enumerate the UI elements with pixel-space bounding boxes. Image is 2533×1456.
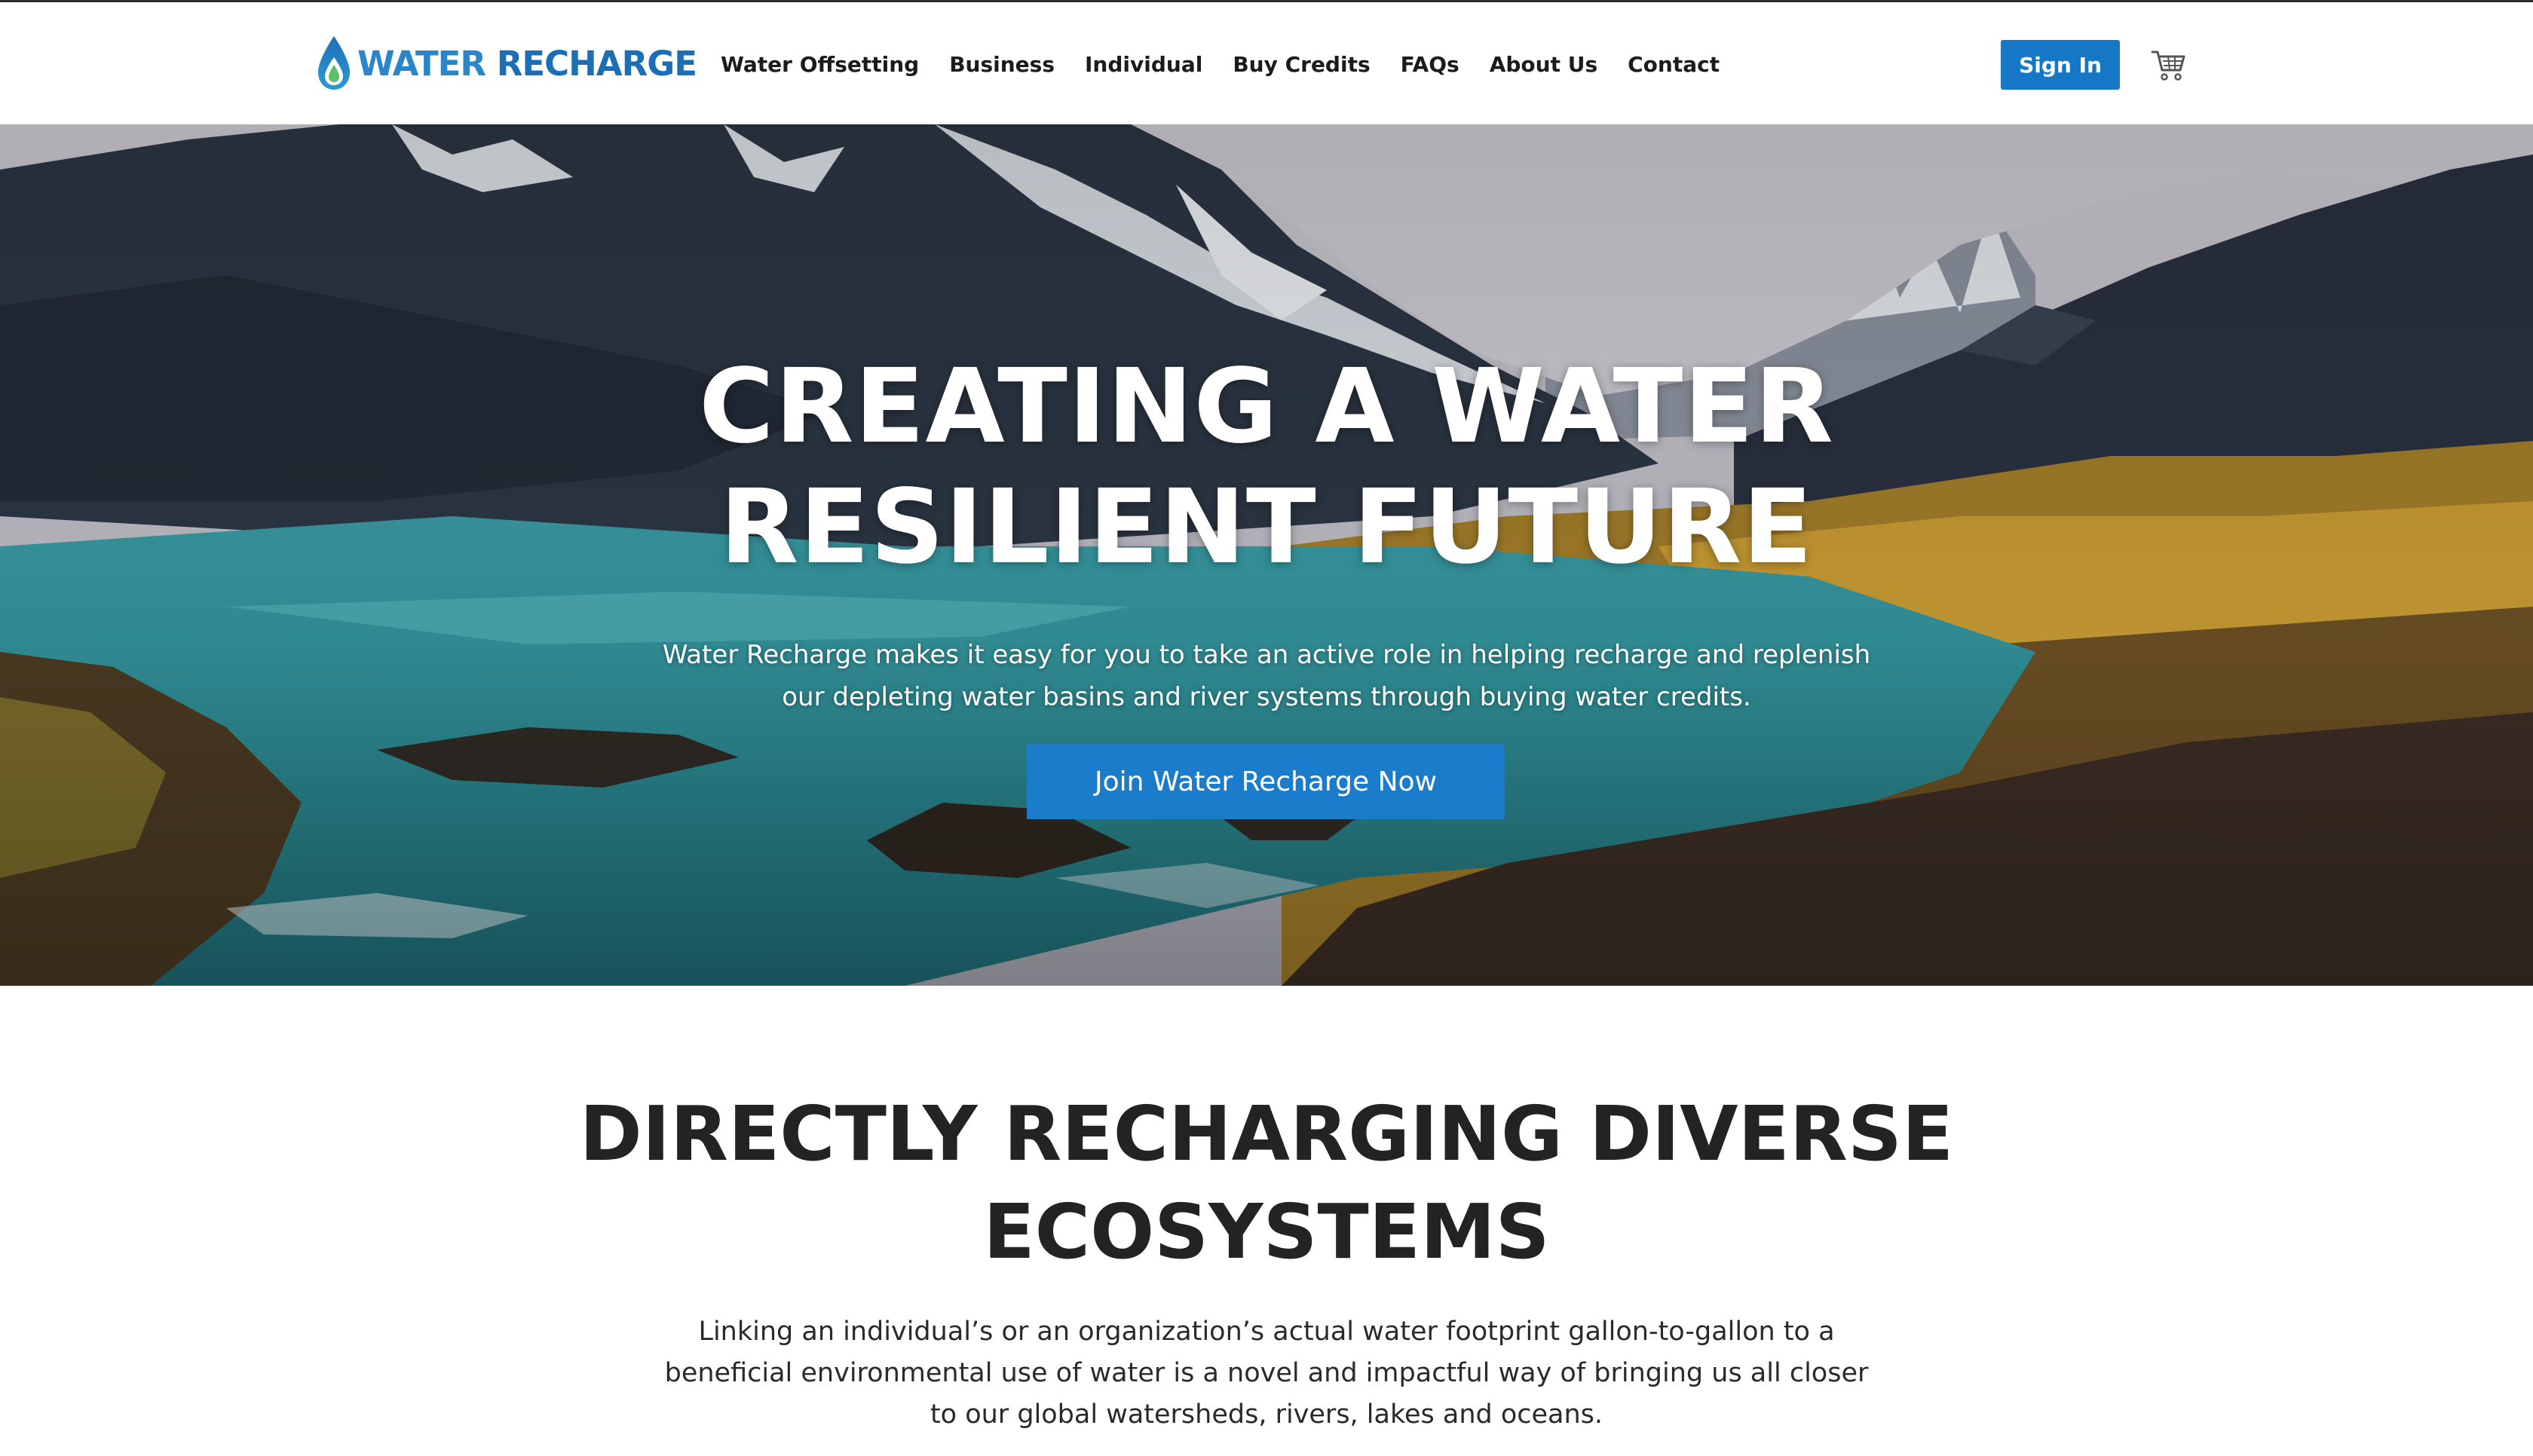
main-nav: Water Offsetting Business Individual Buy… [721,46,1750,84]
section-title: DIRECTLY RECHARGING DIVERSE ECOSYSTEMS [0,1085,2533,1281]
nav-item-water-offsetting[interactable]: Water Offsetting [721,46,919,84]
section-title-line1: DIRECTLY RECHARGING DIVERSE [579,1090,1954,1178]
nav-item-contact[interactable]: Contact [1628,46,1720,84]
hero-title-line2: RESILIENT FUTURE [719,468,1814,587]
brand-word-water: WATER [357,43,486,84]
join-now-button[interactable]: Join Water Recharge Now [1027,744,1505,819]
nav-item-faqs[interactable]: FAQs [1401,46,1459,84]
hero-title: CREATING A WATER RESILIENT FUTURE [0,347,2533,588]
hero-subtitle: Water Recharge makes it easy for you to … [662,640,1871,712]
hero-title-line1: CREATING A WATER [699,347,1834,466]
brand-wordmark: WATER RECHARGE [357,44,697,84]
nav-item-about-us[interactable]: About Us [1490,46,1597,84]
brand-word-recharge: RECHARGE [496,43,697,84]
water-drop-icon [318,36,350,90]
section-title-line2: ECOSYSTEMS [983,1188,1550,1276]
brand-logo[interactable]: WATER RECHARGE [315,34,697,93]
site-header: WATER RECHARGE Water Offsetting Business… [0,2,2533,124]
sign-in-button[interactable]: Sign In [2001,40,2120,90]
nav-item-buy-credits[interactable]: Buy Credits [1233,46,1370,84]
shopping-cart-icon[interactable] [2150,47,2188,82]
nav-item-business[interactable]: Business [949,46,1055,84]
nav-item-individual[interactable]: Individual [1085,46,1202,84]
hero-section: CREATING A WATER RESILIENT FUTURE Water … [0,124,2533,986]
section-description: Linking an individual’s or an organizati… [664,1317,1869,1430]
